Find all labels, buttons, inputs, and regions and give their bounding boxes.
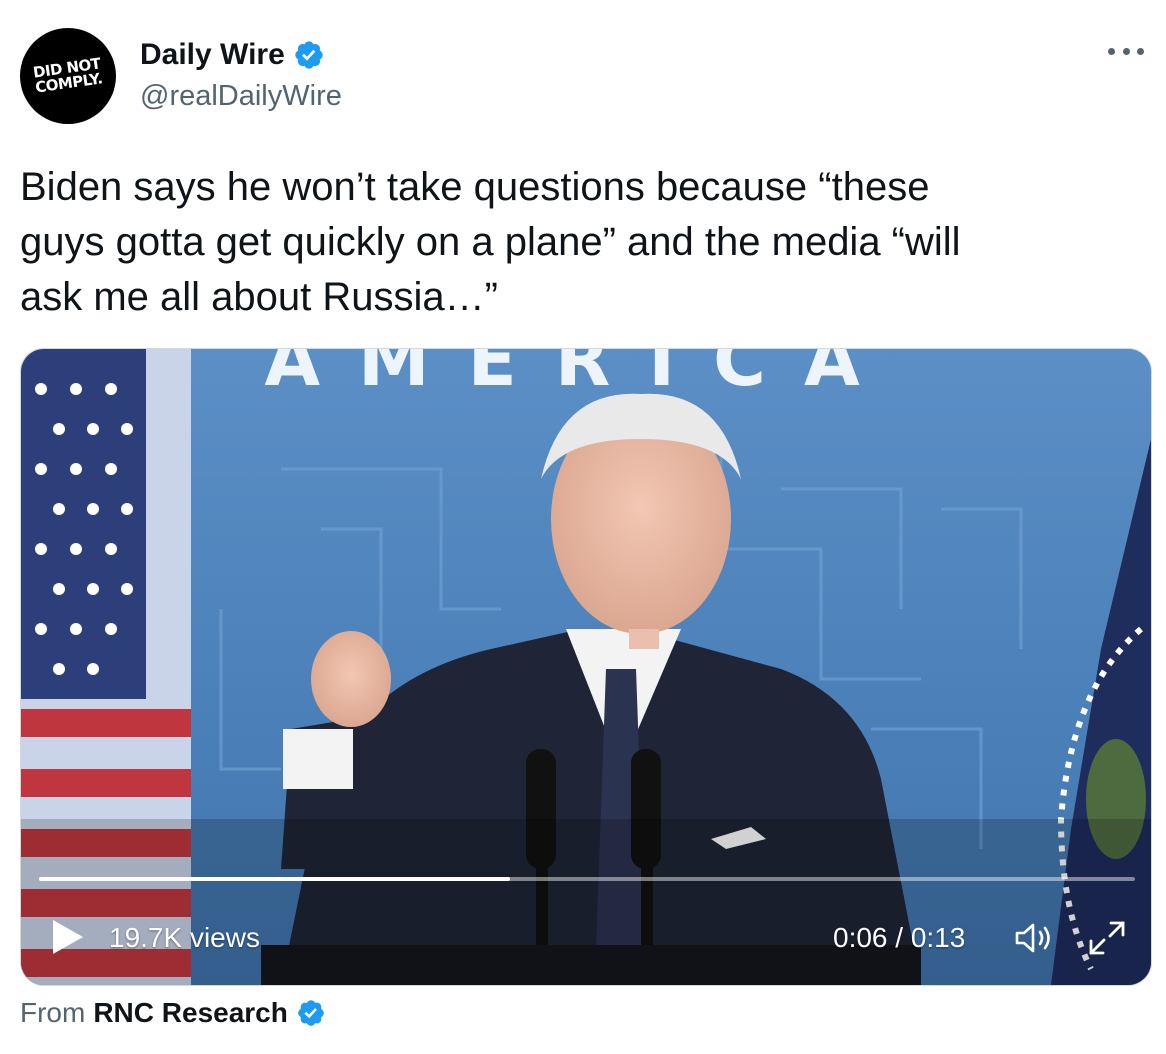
attribution-source-link[interactable]: RNC Research — [93, 996, 288, 1030]
video-progress-fill — [39, 877, 511, 881]
video-scrubber[interactable] — [39, 877, 1135, 881]
author-name-row: Daily Wire — [140, 38, 325, 72]
view-count: 19.7K views — [109, 922, 260, 953]
verified-badge-icon — [296, 998, 326, 1028]
verified-badge-icon — [293, 39, 325, 71]
tweet-card: DID NOT COMPLY. Daily Wire @realDailyWir… — [0, 0, 1166, 1054]
backdrop-text: AMERICA — [264, 349, 897, 402]
fullscreen-icon[interactable] — [1085, 917, 1129, 959]
more-options-icon[interactable] — [1108, 36, 1144, 66]
tweet-text: Biden says he won’t take questions becau… — [20, 165, 961, 319]
avatar-logo-text: DID NOT COMPLY. — [32, 54, 104, 97]
play-icon[interactable] — [51, 919, 85, 955]
video-player[interactable]: AMERICA 19.7K views 0:06 / 0:13 — [20, 348, 1152, 986]
author-handle[interactable]: @realDailyWire — [140, 80, 342, 112]
video-controls: 19.7K views 0:06 / 0:13 — [21, 911, 1151, 961]
author-avatar[interactable]: DID NOT COMPLY. — [20, 28, 116, 124]
attribution-row: From RNC Research — [20, 996, 326, 1030]
from-label: From — [20, 997, 86, 1028]
volume-icon[interactable] — [1013, 919, 1057, 957]
video-frame: AMERICA — [21, 349, 1151, 985]
author-display-name[interactable]: Daily Wire — [140, 38, 285, 72]
video-time: 0:06 / 0:13 — [833, 922, 966, 953]
